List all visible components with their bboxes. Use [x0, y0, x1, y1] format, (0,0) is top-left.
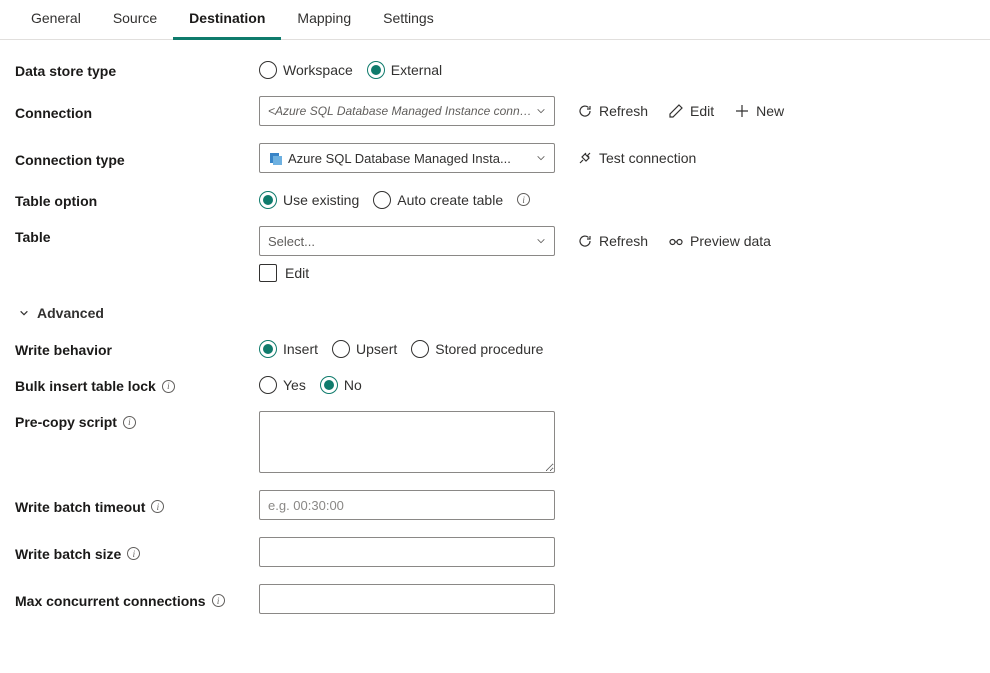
- tab-destination[interactable]: Destination: [173, 0, 281, 40]
- test-connection-button[interactable]: Test connection: [577, 150, 696, 166]
- tab-bar: General Source Destination Mapping Setti…: [0, 0, 990, 40]
- table-refresh-button[interactable]: Refresh: [577, 233, 648, 249]
- label-connection-type: Connection type: [15, 149, 259, 168]
- chevron-down-icon: [536, 236, 546, 246]
- info-icon: i: [517, 193, 530, 206]
- pencil-icon: [668, 103, 684, 119]
- connection-refresh-button[interactable]: Refresh: [577, 103, 648, 119]
- database-icon: [268, 150, 284, 166]
- label-table: Table: [15, 226, 259, 245]
- chevron-down-icon: [536, 106, 546, 116]
- info-icon: i: [162, 380, 175, 393]
- tab-general[interactable]: General: [15, 0, 97, 40]
- plug-icon: [577, 150, 593, 166]
- radio-lock-yes[interactable]: Yes: [259, 376, 306, 394]
- label-write-batch-size: Write batch size i: [15, 543, 259, 562]
- label-bulk-insert-lock: Bulk insert table lock i: [15, 375, 259, 394]
- radio-upsert[interactable]: Upsert: [332, 340, 397, 358]
- info-icon: i: [127, 547, 140, 560]
- connection-new-button[interactable]: New: [734, 103, 784, 119]
- radio-auto-create[interactable]: Auto create table: [373, 191, 503, 209]
- radio-use-existing-label: Use existing: [283, 192, 359, 208]
- write-batch-size-input[interactable]: [259, 537, 555, 567]
- radio-use-existing[interactable]: Use existing: [259, 191, 359, 209]
- advanced-toggle[interactable]: Advanced: [19, 305, 104, 321]
- max-concurrent-connections-input[interactable]: [259, 584, 555, 614]
- radio-stored-procedure[interactable]: Stored procedure: [411, 340, 543, 358]
- table-edit-label: Edit: [285, 265, 309, 281]
- connection-type-select[interactable]: Azure SQL Database Managed Insta...: [259, 143, 555, 173]
- table-placeholder: Select...: [268, 234, 315, 249]
- radio-external[interactable]: External: [367, 61, 442, 79]
- chevron-down-icon: [536, 153, 546, 163]
- label-connection: Connection: [15, 102, 259, 121]
- label-max-concurrent-connections: Max concurrent connections i: [15, 590, 259, 609]
- label-write-behavior: Write behavior: [15, 339, 259, 358]
- refresh-icon: [577, 103, 593, 119]
- label-write-batch-timeout: Write batch timeout i: [15, 496, 259, 515]
- plus-icon: [734, 103, 750, 119]
- label-table-option: Table option: [15, 190, 259, 209]
- label-pre-copy-script: Pre-copy script i: [15, 411, 259, 430]
- write-batch-timeout-input[interactable]: [259, 490, 555, 520]
- info-icon: i: [151, 500, 164, 513]
- pre-copy-script-input[interactable]: [259, 411, 555, 473]
- glasses-icon: [668, 233, 684, 249]
- chevron-down-icon: [19, 308, 29, 318]
- table-edit-checkbox[interactable]: Edit: [259, 264, 771, 282]
- info-icon: i: [123, 416, 136, 429]
- radio-lock-no[interactable]: No: [320, 376, 362, 394]
- refresh-icon: [577, 233, 593, 249]
- connection-select[interactable]: <Azure SQL Database Managed Instance con…: [259, 96, 555, 126]
- tab-settings[interactable]: Settings: [367, 0, 450, 40]
- table-select[interactable]: Select...: [259, 226, 555, 256]
- radio-workspace-label: Workspace: [283, 62, 353, 78]
- radio-insert[interactable]: Insert: [259, 340, 318, 358]
- radio-external-label: External: [391, 62, 442, 78]
- tab-mapping[interactable]: Mapping: [281, 0, 367, 40]
- info-icon: i: [212, 594, 225, 607]
- tab-source[interactable]: Source: [97, 0, 173, 40]
- connection-type-value: Azure SQL Database Managed Insta...: [288, 151, 511, 166]
- connection-value: <Azure SQL Database Managed Instance con…: [268, 104, 536, 118]
- connection-edit-button[interactable]: Edit: [668, 103, 714, 119]
- radio-workspace[interactable]: Workspace: [259, 61, 353, 79]
- label-data-store-type: Data store type: [15, 60, 259, 79]
- preview-data-button[interactable]: Preview data: [668, 233, 771, 249]
- advanced-label: Advanced: [37, 305, 104, 321]
- radio-auto-create-label: Auto create table: [397, 192, 503, 208]
